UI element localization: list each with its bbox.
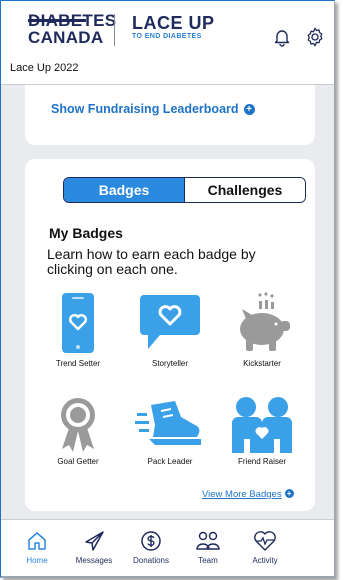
plus-circle-icon: +: [284, 489, 294, 498]
nav-donations-label: Donations: [132, 556, 170, 565]
award-ribbon-icon: [61, 398, 95, 452]
badge-label: Goal Getter: [57, 457, 99, 466]
gear-icon[interactable]: [304, 26, 326, 48]
badge-storyteller[interactable]: Storyteller: [128, 291, 212, 368]
speech-heart-icon: [140, 295, 200, 349]
nav-messages-label: Messages: [75, 556, 113, 565]
lace-up-logo-main: LACE UP: [132, 13, 215, 33]
diabetes-canada-logo: DIABETES CANADA: [28, 12, 116, 47]
badge-pack-leader[interactable]: Pack Leader: [128, 395, 212, 466]
badge-label: Storyteller: [151, 359, 188, 368]
send-icon: [85, 531, 104, 551]
nav-home[interactable]: Home: [9, 530, 65, 565]
leaderboard-link-label: Show Fundraising Leaderboard: [51, 102, 239, 116]
nav-messages[interactable]: Messages: [66, 530, 122, 565]
nav-team-label: Team: [198, 556, 218, 565]
nav-activity-label: Activity: [252, 556, 278, 565]
badge-label: Friend Raiser: [237, 457, 286, 466]
lace-up-logo: LACE UP TO END DIABETES: [132, 14, 215, 42]
lace-up-logo-sub: TO END DIABETES: [132, 33, 202, 40]
dollar-icon: [141, 531, 161, 551]
badge-trend-setter[interactable]: Trend Setter: [36, 291, 120, 368]
team-icon: [196, 531, 220, 550]
nav-donations[interactable]: Donations: [123, 530, 179, 565]
badge-label: Trend Setter: [55, 359, 101, 368]
nav-team[interactable]: Team: [180, 530, 236, 565]
badges-card: Badges Challenges My Badges Learn how to…: [25, 159, 315, 511]
bell-icon[interactable]: [272, 27, 292, 47]
badge-tabs: Badges Challenges: [63, 177, 306, 203]
badge-label: Kickstarter: [243, 359, 281, 368]
my-badges-heading: My Badges: [49, 225, 123, 241]
home-icon: [28, 532, 46, 550]
badge-label: Pack Leader: [147, 457, 193, 466]
event-name: Lace Up 2022: [10, 62, 79, 74]
bottom-nav: Home Messages Donations Team Activity: [1, 519, 334, 576]
badges-description: Learn how to earn each badge by clicking…: [47, 246, 256, 277]
view-more-badges-link[interactable]: View More Badges +: [202, 489, 294, 500]
view-more-label: View More Badges: [202, 489, 282, 500]
heart-pulse-icon: [254, 531, 276, 551]
logo-strike: [28, 19, 86, 22]
badge-friend-raiser[interactable]: Friend Raiser: [220, 395, 304, 466]
two-people-heart-icon: [232, 397, 292, 453]
tab-badges[interactable]: Badges: [64, 178, 184, 202]
piggy-bank-icon: [240, 292, 290, 351]
logo-line2: CANADA: [28, 28, 104, 47]
phone-heart-icon: [62, 293, 94, 353]
logo-divider: [114, 14, 115, 46]
running-shoe-icon: [135, 401, 201, 445]
show-leaderboard-link[interactable]: Show Fundraising Leaderboard +: [51, 102, 255, 116]
badge-kickstarter[interactable]: Kickstarter: [220, 291, 304, 368]
header: DIABETES CANADA LACE UP TO END DIABETES …: [1, 1, 334, 85]
nav-activity[interactable]: Activity: [237, 530, 293, 565]
badge-goal-getter[interactable]: Goal Getter: [36, 395, 120, 466]
tab-challenges[interactable]: Challenges: [184, 178, 305, 202]
app-frame: DIABETES CANADA LACE UP TO END DIABETES …: [0, 0, 335, 578]
nav-home-label: Home: [26, 556, 48, 565]
plus-circle-icon: +: [243, 104, 255, 115]
leaderboard-card: Show Fundraising Leaderboard +: [25, 85, 315, 145]
